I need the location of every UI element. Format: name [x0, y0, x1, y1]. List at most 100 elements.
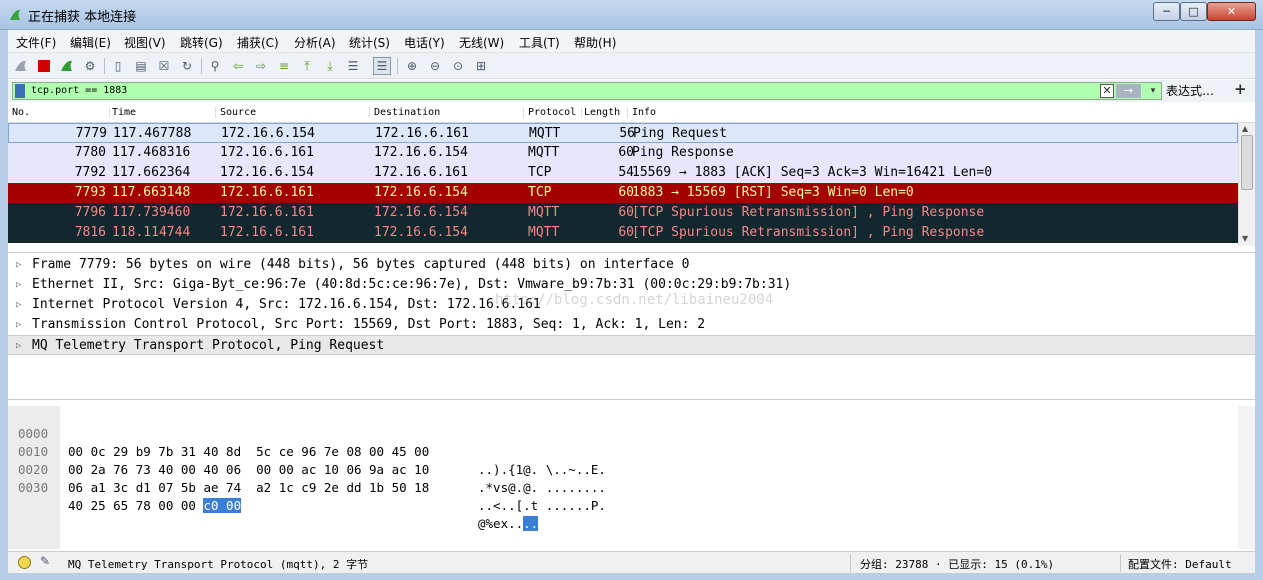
menu-analyze[interactable]: 分析(A): [294, 34, 336, 51]
expand-arrow-icon[interactable]: ▷: [16, 336, 21, 356]
status-separator: [1120, 554, 1121, 572]
packet-cell-proto: TCP: [528, 165, 552, 180]
toolbar-separator: [397, 58, 398, 74]
expand-arrow-icon[interactable]: ▷: [16, 275, 21, 295]
column-time[interactable]: Time: [112, 107, 216, 118]
expand-arrow-icon[interactable]: ▷: [16, 295, 21, 315]
detail-row-frame[interactable]: ▷ Frame 7779: 56 bytes on wire (448 bits)…: [8, 255, 1255, 275]
menu-edit[interactable]: 编辑(E): [70, 34, 111, 51]
bytes-ascii[interactable]: @%ex....: [478, 515, 539, 533]
packet-cell-dst: 172.16.6.161: [375, 126, 469, 141]
expand-arrow-icon[interactable]: ▷: [16, 255, 21, 275]
zoom-out-icon[interactable]: ⊖: [426, 57, 444, 75]
menu-statistics[interactable]: 统计(S): [349, 34, 390, 51]
expand-arrow-icon[interactable]: ▷: [16, 315, 21, 335]
expression-button[interactable]: 表达式…: [1166, 82, 1214, 99]
status-field-info: MQ Telemetry Transport Protocol (mqtt), …: [68, 558, 369, 571]
scroll-up-icon[interactable]: ▲: [1242, 124, 1248, 133]
expert-info-icon[interactable]: [18, 556, 31, 569]
stop-icon[interactable]: [35, 57, 53, 75]
menu-wireless[interactable]: 无线(W): [459, 34, 504, 51]
menu-telephony[interactable]: 电话(Y): [404, 34, 445, 51]
resize-columns-icon[interactable]: ⊞: [472, 57, 490, 75]
find-icon[interactable]: ⚲: [206, 57, 224, 75]
display-filter-bar: tcp.port == 1883 ✕ → ▾ 表达式… +: [8, 80, 1255, 102]
packet-cell-time: 117.467788: [113, 126, 192, 141]
forward-icon[interactable]: ⇨: [252, 57, 270, 75]
restart-icon[interactable]: [58, 57, 76, 75]
last-packet-icon[interactable]: ⤓: [321, 57, 339, 75]
filter-history-dropdown-icon[interactable]: ▾: [1146, 84, 1160, 98]
save-icon[interactable]: ▤: [132, 57, 150, 75]
column-length[interactable]: Length: [584, 107, 628, 118]
apply-filter-arrow-icon[interactable]: →: [1116, 84, 1141, 98]
packet-cell-len: 54: [618, 165, 634, 180]
bookmark-icon[interactable]: [15, 84, 25, 98]
display-filter-input[interactable]: tcp.port == 1883 ✕ → ▾: [12, 82, 1162, 100]
column-source[interactable]: Source: [220, 107, 370, 118]
status-bar: ✎ MQ Telemetry Transport Protocol (mqtt)…: [8, 551, 1255, 573]
maximize-button[interactable]: □: [1180, 2, 1207, 21]
packet-row[interactable]: 7796 117.739460 172.16.6.161 172.16.6.154 MQ…: [8, 203, 1238, 223]
reload-icon[interactable]: ↻: [178, 57, 196, 75]
bytes-ascii[interactable]: .*vs@.@. ........: [478, 479, 606, 497]
detail-row-tcp[interactable]: ▷ Transmission Control Protocol, Src Port…: [8, 315, 1255, 335]
packet-cell-time: 117.662364: [112, 165, 191, 180]
status-profile[interactable]: 配置文件: Default: [1128, 556, 1232, 572]
packet-cell-proto: MQTT: [528, 205, 560, 220]
clear-filter-icon[interactable]: ✕: [1100, 84, 1114, 98]
shark-fin-icon[interactable]: [12, 57, 30, 75]
options-icon[interactable]: ⚙: [81, 57, 99, 75]
packet-row[interactable]: 7793 117.663148 172.16.6.161 172.16.6.154 TC…: [8, 183, 1238, 203]
first-packet-icon[interactable]: ⤒: [298, 57, 316, 75]
packet-cell-len: 60: [618, 145, 634, 160]
detail-row-mqtt[interactable]: ▷ MQ Telemetry Transport Protocol, Ping R…: [8, 335, 1255, 355]
main-toolbar: ⚙ ▯ ▤ ☒ ↻ ⚲ ⇦ ⇨ ≡ ⤒ ⤓ ☰ ☰ ⊕ ⊖ ⊙ ⊞: [8, 53, 1255, 79]
autoscroll-icon[interactable]: ☰: [344, 57, 362, 75]
packet-cell-proto: TCP: [528, 185, 552, 200]
packet-cell-info: [TCP Spurious Retransmission] , Ping Res…: [632, 225, 985, 240]
add-filter-button[interactable]: +: [1234, 80, 1247, 98]
menu-help[interactable]: 帮助(H): [574, 34, 616, 51]
back-icon[interactable]: ⇦: [229, 57, 247, 75]
column-no[interactable]: No.: [12, 107, 110, 118]
bytes-hex[interactable]: 06 a1 3c d1 07 5b ae 74 a2 1c c9 2e dd 1…: [68, 479, 429, 497]
menu-tools[interactable]: 工具(T): [519, 34, 560, 51]
scrollbar-thumb[interactable]: [1241, 135, 1253, 190]
packet-cell-time: 118.114744: [112, 225, 191, 240]
packet-cell-no: 7796: [74, 205, 106, 220]
packet-bytes-pane: 0000 00 0c 29 b9 7b 31 40 8d 5c ce 96 7e…: [8, 406, 1255, 549]
packet-cell-dst: 172.16.6.154: [374, 185, 468, 200]
capture-comment-icon[interactable]: ✎: [40, 554, 50, 568]
zoom-normal-icon[interactable]: ⊙: [449, 57, 467, 75]
menu-go[interactable]: 跳转(G): [180, 34, 223, 51]
scroll-down-icon[interactable]: ▼: [1242, 234, 1248, 243]
packet-cell-time: 117.739460: [112, 205, 191, 220]
packet-row[interactable]: 7780 117.468316 172.16.6.161 172.16.6.154 MQ…: [8, 143, 1238, 163]
column-info[interactable]: Info: [632, 107, 656, 118]
packet-cell-info: 1883 → 15569 [RST] Seq=3 Win=0 Len=0: [632, 185, 914, 200]
bytes-scrollbar[interactable]: [1238, 406, 1255, 549]
bytes-offset: 0030: [18, 480, 49, 495]
packet-cell-no: 7793: [74, 185, 106, 200]
close-button[interactable]: ✕: [1207, 2, 1256, 21]
colorize-icon[interactable]: ☰: [373, 57, 391, 75]
column-destination[interactable]: Destination: [374, 107, 524, 118]
packet-row[interactable]: 7792 117.662364 172.16.6.154 172.16.6.161 TC…: [8, 163, 1238, 183]
bytes-ascii[interactable]: ..<..[.t ......P.: [478, 497, 606, 515]
column-protocol[interactable]: Protocol: [528, 107, 582, 118]
open-icon[interactable]: ▯: [109, 57, 127, 75]
menu-file[interactable]: 文件(F): [16, 34, 56, 51]
packet-list-scrollbar[interactable]: ▲ ▼: [1238, 123, 1255, 246]
menu-capture[interactable]: 捕获(C): [237, 34, 279, 51]
close-file-icon[interactable]: ☒: [155, 57, 173, 75]
goto-icon[interactable]: ≡: [275, 57, 293, 75]
packet-row[interactable]: 7816 118.114744 172.16.6.161 172.16.6.154 MQ…: [8, 223, 1238, 243]
bytes-hex[interactable]: 40 25 65 78 00 00 c0 00: [68, 497, 242, 515]
minimize-button[interactable]: ─: [1153, 2, 1180, 21]
packet-cell-src: 172.16.6.161: [220, 185, 314, 200]
menu-view[interactable]: 视图(V): [124, 34, 166, 51]
bytes-ascii-plain: @%ex..: [478, 516, 524, 531]
zoom-in-icon[interactable]: ⊕: [403, 57, 421, 75]
packet-row[interactable]: 7779 117.467788 172.16.6.154 172.16.6.161 MQ…: [8, 123, 1238, 143]
